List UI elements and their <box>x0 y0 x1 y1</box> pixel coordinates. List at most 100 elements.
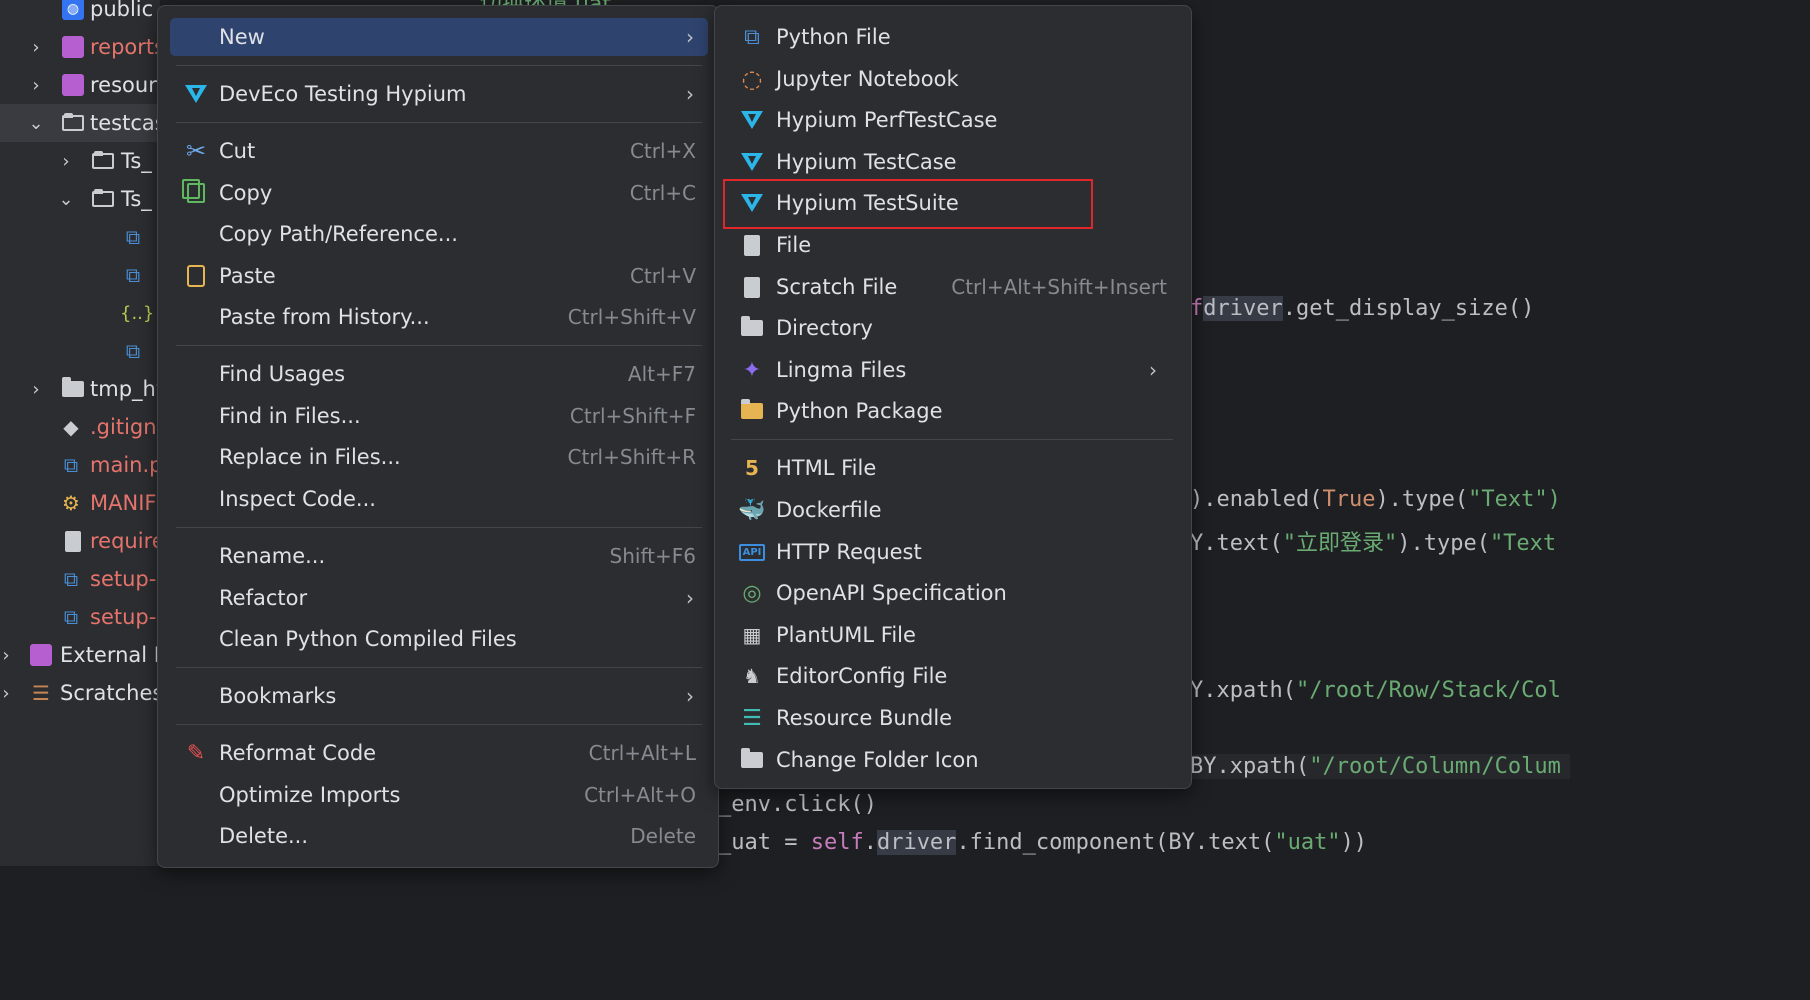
editorconfig-icon: ♞ <box>743 664 761 688</box>
tree-item-manifest[interactable]: ⚙ MANIF <box>0 484 160 522</box>
code-line: fdriver.get_display_size() <box>1190 296 1535 321</box>
submenu-item-hypium-testcase[interactable]: Hypium TestCase <box>725 143 1179 181</box>
python-file-icon: ⧉ <box>63 605 79 629</box>
gear-icon: ⚙ <box>62 491 80 515</box>
tree-item-scratches[interactable]: › ☰ Scratches <box>0 674 160 712</box>
chevron-down-icon[interactable]: ⌄ <box>27 104 45 142</box>
sliders-icon: ☰ <box>742 705 762 731</box>
menu-separator <box>176 345 702 346</box>
folder-icon <box>62 112 84 134</box>
scratches-icon: ☰ <box>32 681 50 705</box>
code-line: Y.xpath("/root/Row/Stack/Col <box>1190 678 1561 703</box>
menu-item-new[interactable]: New › <box>170 18 708 56</box>
folder-icon <box>62 377 84 400</box>
menu-item-copy-path-reference[interactable]: Copy Path/Reference... <box>170 215 708 253</box>
code-line: _uat = self.driver.find_component(BY.tex… <box>718 830 1368 855</box>
submenu-item-hypium-perftestcase[interactable]: Hypium PerfTestCase <box>725 101 1179 139</box>
tree-item-public[interactable]: ◍ public <box>0 0 160 28</box>
menu-item-bookmarks[interactable]: Bookmarks › <box>170 677 708 715</box>
tree-item-setup-2[interactable]: ⧉ setup- <box>0 598 160 636</box>
tree-item-gitignore[interactable]: ◆ .gitign <box>0 408 160 446</box>
python-file-icon: ⧉ <box>125 225 141 249</box>
menu-item-find-in-files[interactable]: Find in Files... Ctrl+Shift+F <box>170 397 708 435</box>
menu-item-inspect-code[interactable]: Inspect Code... <box>170 480 708 518</box>
menu-item-clean-python-compiled-files[interactable]: Clean Python Compiled Files <box>170 620 708 658</box>
menu-item-copy[interactable]: Copy Ctrl+C <box>170 174 708 212</box>
submenu-item-plantuml-file[interactable]: ▦ PlantUML File <box>725 616 1179 654</box>
hypium-icon <box>739 107 765 133</box>
menu-separator <box>731 439 1173 440</box>
menu-item-rename[interactable]: Rename... Shift+F6 <box>170 537 708 575</box>
context-menu: New › DevEco Testing Hypium › ✂ Cut Ctrl… <box>157 5 719 868</box>
tree-item-py-3[interactable]: ⧉ <box>0 332 160 370</box>
chevron-right-icon[interactable]: › <box>27 370 45 408</box>
python-file-icon: ⧉ <box>125 263 141 287</box>
submenu-item-directory[interactable]: Directory <box>725 309 1179 347</box>
submenu-item-python-file[interactable]: ⧉ Python File <box>725 18 1179 56</box>
submenu-item-http-request[interactable]: API HTTP Request <box>725 533 1179 571</box>
menu-item-paste-from-history[interactable]: Paste from History... Ctrl+Shift+V <box>170 298 708 336</box>
scratch-file-icon <box>739 274 765 300</box>
tree-item-py-1[interactable]: ⧉ <box>0 218 160 256</box>
chevron-right-icon[interactable]: › <box>0 674 15 712</box>
openapi-icon: ◎ <box>742 580 762 606</box>
tree-item-ts-1[interactable]: › Ts_ <box>0 142 160 180</box>
menu-item-replace-in-files[interactable]: Replace in Files... Ctrl+Shift+R <box>170 438 708 476</box>
menu-item-reformat-code[interactable]: ✎ Reformat Code Ctrl+Alt+L <box>170 734 708 772</box>
python-file-icon: ⧉ <box>63 453 79 477</box>
submenu-item-jupyter-notebook[interactable]: ◌ Jupyter Notebook <box>725 60 1179 98</box>
file-icon <box>739 232 765 258</box>
tree-item-ts-2[interactable]: ⌄ Ts_ <box>0 180 160 218</box>
chevron-right-icon: › <box>686 586 694 610</box>
code-line: ).enabled(True).type("Text") <box>1190 487 1561 512</box>
tree-item-py-2[interactable]: ⧉ <box>0 256 160 294</box>
submenu-item-resource-bundle[interactable]: ☰ Resource Bundle <box>725 699 1179 737</box>
chevron-right-icon[interactable]: › <box>27 28 45 66</box>
tree-item-external-libraries[interactable]: › External L <box>0 636 160 674</box>
folder-image-icon <box>739 747 765 773</box>
code-line: Y.text("立即登录").type("Text <box>1190 531 1557 556</box>
html5-icon: 5 <box>745 456 759 480</box>
folder-icon <box>739 315 765 341</box>
submenu-item-file[interactable]: File <box>725 226 1179 264</box>
chevron-right-icon[interactable]: › <box>57 142 75 180</box>
chevron-down-icon[interactable]: ⌄ <box>57 180 75 218</box>
tree-item-testcases[interactable]: ⌄ testcas <box>0 104 160 142</box>
submenu-item-html-file[interactable]: 5 HTML File <box>725 449 1179 487</box>
api-icon: API <box>738 539 766 565</box>
tree-item-main[interactable]: ⧉ main.p <box>0 446 160 484</box>
menu-item-optimize-imports[interactable]: Optimize Imports Ctrl+Alt+O <box>170 776 708 814</box>
chevron-right-icon: › <box>686 684 694 708</box>
tree-item-setup-1[interactable]: ⧉ setup- <box>0 560 160 598</box>
new-submenu: ⧉ Python File ◌ Jupyter Notebook Hypium … <box>714 5 1192 789</box>
text-file-icon <box>62 530 84 552</box>
submenu-item-editorconfig-file[interactable]: ♞ EditorConfig File <box>725 657 1179 695</box>
tree-item-reports[interactable]: › reports <box>0 28 160 66</box>
menu-item-refactor[interactable]: Refactor › <box>170 579 708 617</box>
tree-item-requirements[interactable]: require <box>0 522 160 560</box>
menu-item-deveco-testing-hypium[interactable]: DevEco Testing Hypium › <box>170 75 708 113</box>
menu-item-find-usages[interactable]: Find Usages Alt+F7 <box>170 355 708 393</box>
chevron-right-icon[interactable]: › <box>27 66 45 104</box>
submenu-item-scratch-file[interactable]: Scratch File Ctrl+Alt+Shift+Insert <box>725 268 1179 306</box>
submenu-item-lingma-files[interactable]: ✦ Lingma Files › <box>725 351 1179 389</box>
menu-separator <box>176 667 702 668</box>
submenu-item-python-package[interactable]: Python Package <box>725 392 1179 430</box>
submenu-item-change-folder-icon[interactable]: Change Folder Icon <box>725 741 1179 779</box>
tree-item-json[interactable]: {..} <box>0 294 160 332</box>
web-folder-icon: ◍ <box>62 0 84 20</box>
package-folder-icon <box>739 398 765 424</box>
chevron-right-icon[interactable]: › <box>0 636 15 674</box>
tree-item-resources[interactable]: › resour <box>0 66 160 104</box>
lingma-icon: ✦ <box>742 357 762 383</box>
python-icon: ⧉ <box>744 24 760 50</box>
submenu-item-openapi-specification[interactable]: ◎ OpenAPI Specification <box>725 574 1179 612</box>
menu-item-delete[interactable]: Delete... Delete <box>170 817 708 855</box>
submenu-item-dockerfile[interactable]: 🐳 Dockerfile <box>725 491 1179 529</box>
scissors-icon: ✂ <box>185 137 207 165</box>
tree-item-tmp[interactable]: › tmp_hy <box>0 370 160 408</box>
menu-item-cut[interactable]: ✂ Cut Ctrl+X <box>170 132 708 170</box>
module-folder-icon <box>62 74 84 96</box>
menu-item-paste[interactable]: Paste Ctrl+V <box>170 257 708 295</box>
project-tree: ◍ public › reports › resour ⌄ testcas › … <box>0 0 160 866</box>
